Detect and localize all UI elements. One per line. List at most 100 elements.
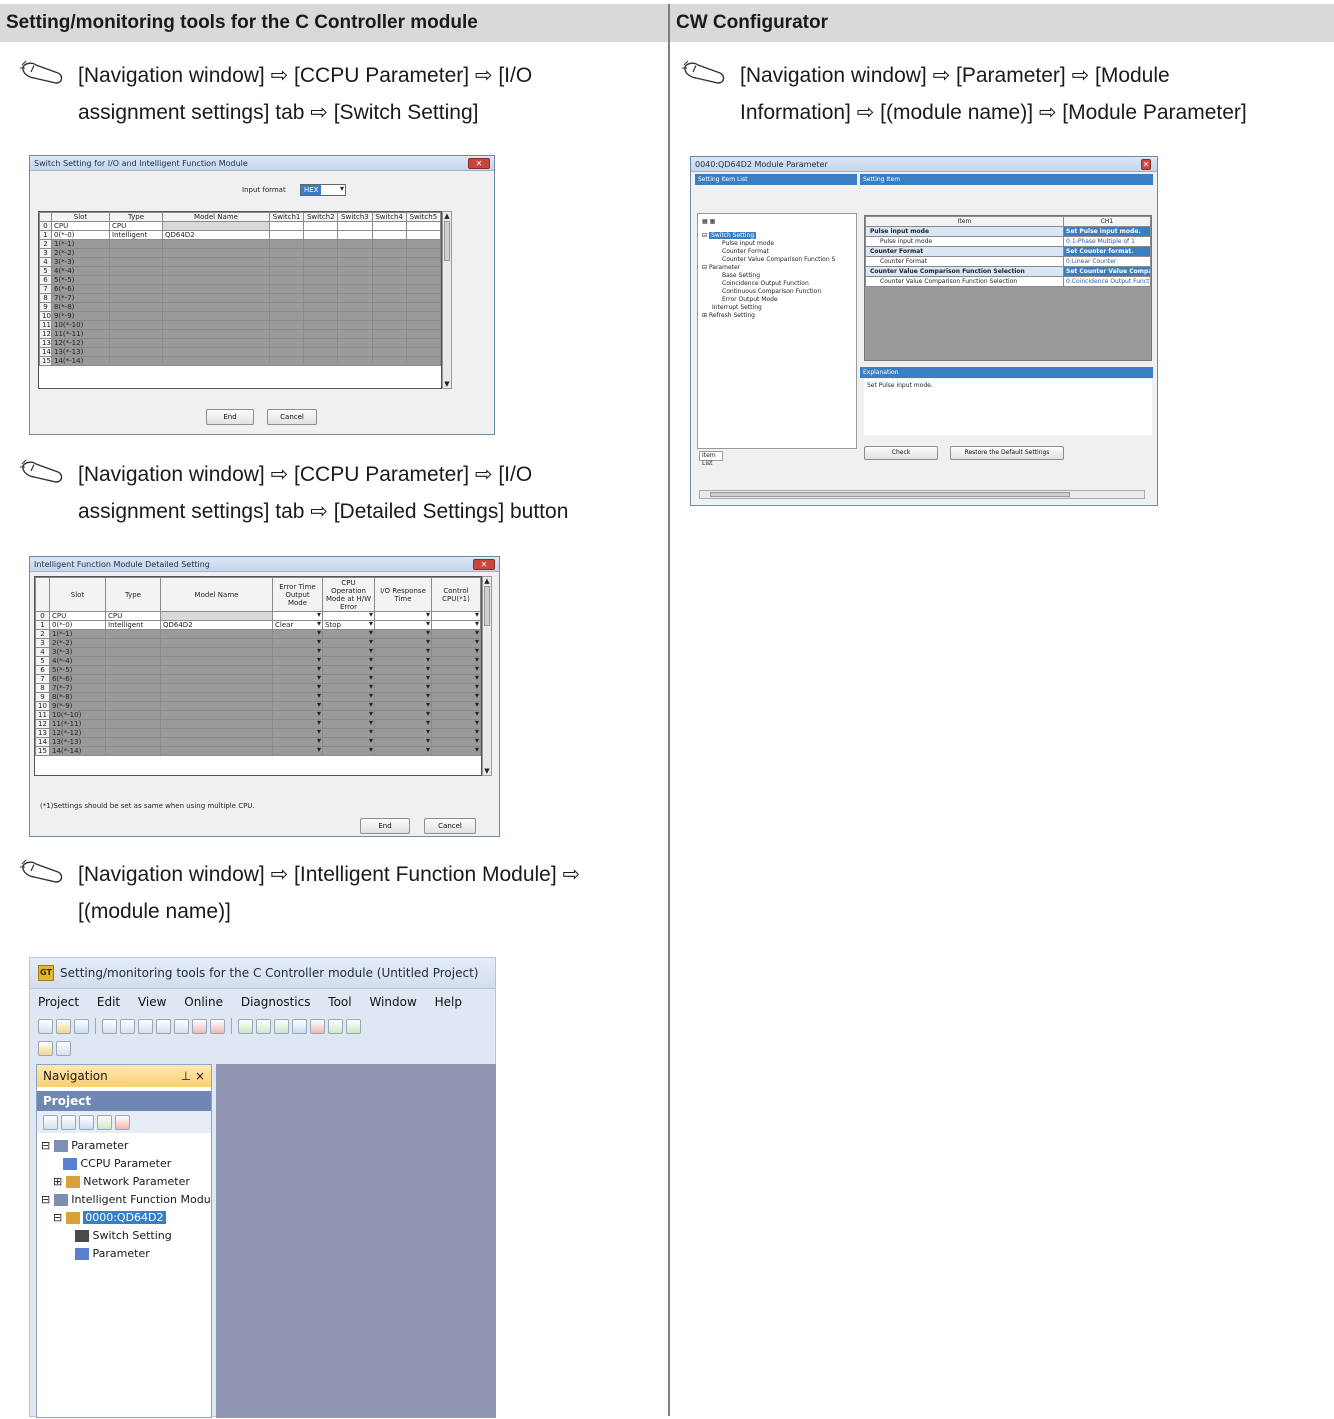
dropdown-cell[interactable] — [431, 611, 481, 621]
dropdown-cell[interactable] — [431, 728, 481, 738]
horizontal-scrollbar[interactable] — [699, 490, 1145, 499]
menu-online[interactable]: Online — [184, 995, 223, 1009]
navigation-toggle-icon[interactable] — [38, 1040, 53, 1056]
dropdown-cell[interactable] — [272, 746, 323, 756]
switch-cell[interactable] — [371, 230, 407, 240]
check-button[interactable]: Check — [864, 446, 938, 460]
dropdown-cell[interactable] — [272, 665, 323, 675]
cut-icon[interactable] — [102, 1018, 117, 1034]
dropdown-cell[interactable] — [431, 629, 481, 639]
dropdown-cell[interactable] — [374, 710, 432, 720]
dropdown-cell[interactable] — [272, 701, 323, 711]
end-button[interactable]: End — [206, 409, 254, 425]
table-row[interactable]: 6 5(*-5) — [39, 275, 441, 285]
dropdown-cell[interactable] — [374, 728, 432, 738]
dropdown-cell[interactable] — [322, 674, 375, 684]
table-row[interactable]: 6 5(*-5) — [35, 665, 481, 675]
table-row[interactable]: 12 11(*-11) — [35, 719, 481, 729]
table-row[interactable]: 14 13(*-13) — [39, 347, 441, 357]
dropdown-cell[interactable] — [431, 674, 481, 684]
open-icon[interactable] — [56, 1018, 71, 1034]
dropdown-cell[interactable] — [322, 728, 375, 738]
redo-icon[interactable] — [174, 1018, 189, 1034]
table-row[interactable]: 14 13(*-13) — [35, 737, 481, 747]
dropdown-cell[interactable] — [431, 665, 481, 675]
table-row[interactable]: 9 8(*-8) — [35, 692, 481, 702]
cancel-button[interactable]: Cancel — [267, 409, 317, 425]
dropdown-cell[interactable] — [374, 665, 432, 675]
read-plc-icon[interactable] — [210, 1018, 225, 1034]
tree-node[interactable]: Error Output Mode — [702, 296, 852, 304]
end-button[interactable]: End — [360, 818, 410, 834]
table-row[interactable]: Counter Value Comparison Function Select… — [865, 266, 1151, 277]
dropdown-cell[interactable] — [431, 701, 481, 711]
switch-cell[interactable] — [371, 221, 407, 231]
dropdown-cell[interactable] — [322, 629, 375, 639]
table-row[interactable]: 15 14(*-14) — [39, 356, 441, 366]
table-row[interactable]: 12 11(*-11) — [39, 329, 441, 339]
tree-node[interactable]: ⊟ Parameter — [702, 264, 852, 272]
write-plc-icon[interactable] — [192, 1018, 207, 1034]
dropdown-cell[interactable] — [374, 737, 432, 747]
table-row[interactable]: 13 12(*-12) — [35, 728, 481, 738]
find-icon[interactable] — [56, 1040, 71, 1056]
dropdown-cell[interactable] — [272, 629, 323, 639]
dropdown-cell[interactable] — [374, 746, 432, 756]
tree-node[interactable]: ⊞ Refresh Setting — [702, 312, 852, 320]
menu-diagnostics[interactable]: Diagnostics — [241, 995, 311, 1009]
table-row[interactable]: 10 9(*-9) — [35, 701, 481, 711]
dropdown-cell[interactable] — [431, 710, 481, 720]
table-row[interactable]: 10(*-0)IntelligentQD64D2ClearStop — [35, 620, 481, 630]
cancel-button[interactable]: Cancel — [424, 818, 476, 834]
dropdown-cell[interactable] — [322, 719, 375, 729]
pin-close-icon[interactable]: ⊥ × — [181, 1065, 205, 1087]
properties-icon[interactable] — [79, 1114, 94, 1130]
dropdown-cell[interactable] — [431, 620, 481, 630]
dropdown-cell[interactable] — [322, 638, 375, 648]
tree-item-network[interactable]: ⊞ Network Parameter — [41, 1173, 211, 1191]
table-cell[interactable]: 0:1-Phase Multiple of 1 — [1063, 236, 1151, 247]
collapse-icon[interactable] — [61, 1114, 76, 1130]
dropdown-cell[interactable] — [431, 737, 481, 747]
table-row[interactable]: Pulse input mode Set Pulse input mode. — [865, 226, 1151, 237]
table-row[interactable]: 8 7(*-7) — [35, 683, 481, 693]
table-row[interactable]: 2 1(*-1) — [35, 629, 481, 639]
switch-cell[interactable] — [268, 230, 305, 240]
dropdown-cell[interactable] — [322, 746, 375, 756]
dropdown-cell[interactable] — [374, 719, 432, 729]
dropdown-cell[interactable] — [322, 683, 375, 693]
table-row[interactable]: 11 10(*-10) — [35, 710, 481, 720]
dropdown-cell[interactable] — [272, 737, 323, 747]
dropdown-cell[interactable] — [374, 647, 432, 657]
menu-view[interactable]: View — [138, 995, 166, 1009]
scrollbar[interactable]: ▲ ▼ — [482, 576, 492, 776]
dropdown-cell[interactable] — [431, 692, 481, 702]
item-list-tab[interactable]: Item List — [699, 451, 723, 467]
table-row[interactable]: 7 6(*-6) — [39, 284, 441, 294]
switch-cell[interactable] — [303, 230, 339, 240]
table-row[interactable]: 4 3(*-3) — [39, 257, 441, 267]
dropdown-cell[interactable] — [431, 647, 481, 657]
tree-node[interactable]: Interrupt Setting — [702, 304, 852, 312]
table-row[interactable]: Counter Format Set Counter format. — [865, 246, 1151, 257]
table-cell[interactable]: 0:Coincidence Output Functi — [1063, 276, 1151, 287]
close-icon[interactable]: ✕ — [473, 559, 495, 570]
table-row[interactable]: 11 10(*-10) — [39, 320, 441, 330]
tree-node[interactable]: ⊟ Switch Setting — [702, 232, 852, 240]
dropdown-cell[interactable] — [322, 647, 375, 657]
switch-cell[interactable] — [268, 221, 305, 231]
dropdown-cell[interactable] — [272, 611, 323, 621]
new-icon[interactable] — [38, 1018, 53, 1034]
menu-edit[interactable]: Edit — [97, 995, 120, 1009]
switch-cell[interactable] — [337, 221, 373, 231]
tree-item-switch[interactable]: Switch Setting — [41, 1227, 211, 1245]
trend-icon[interactable] — [346, 1018, 361, 1034]
table-row[interactable]: 0 CPU CPU — [39, 221, 441, 231]
menu-help[interactable]: Help — [435, 995, 462, 1009]
dropdown-cell[interactable] — [322, 701, 375, 711]
expand-icon[interactable] — [43, 1114, 58, 1130]
dropdown-cell[interactable]: Stop — [322, 620, 375, 630]
dropdown-cell[interactable]: Clear — [272, 620, 323, 630]
tree-item-module[interactable]: ⊟ 0000:QD64D2 — [41, 1209, 211, 1227]
dropdown-cell[interactable] — [272, 638, 323, 648]
